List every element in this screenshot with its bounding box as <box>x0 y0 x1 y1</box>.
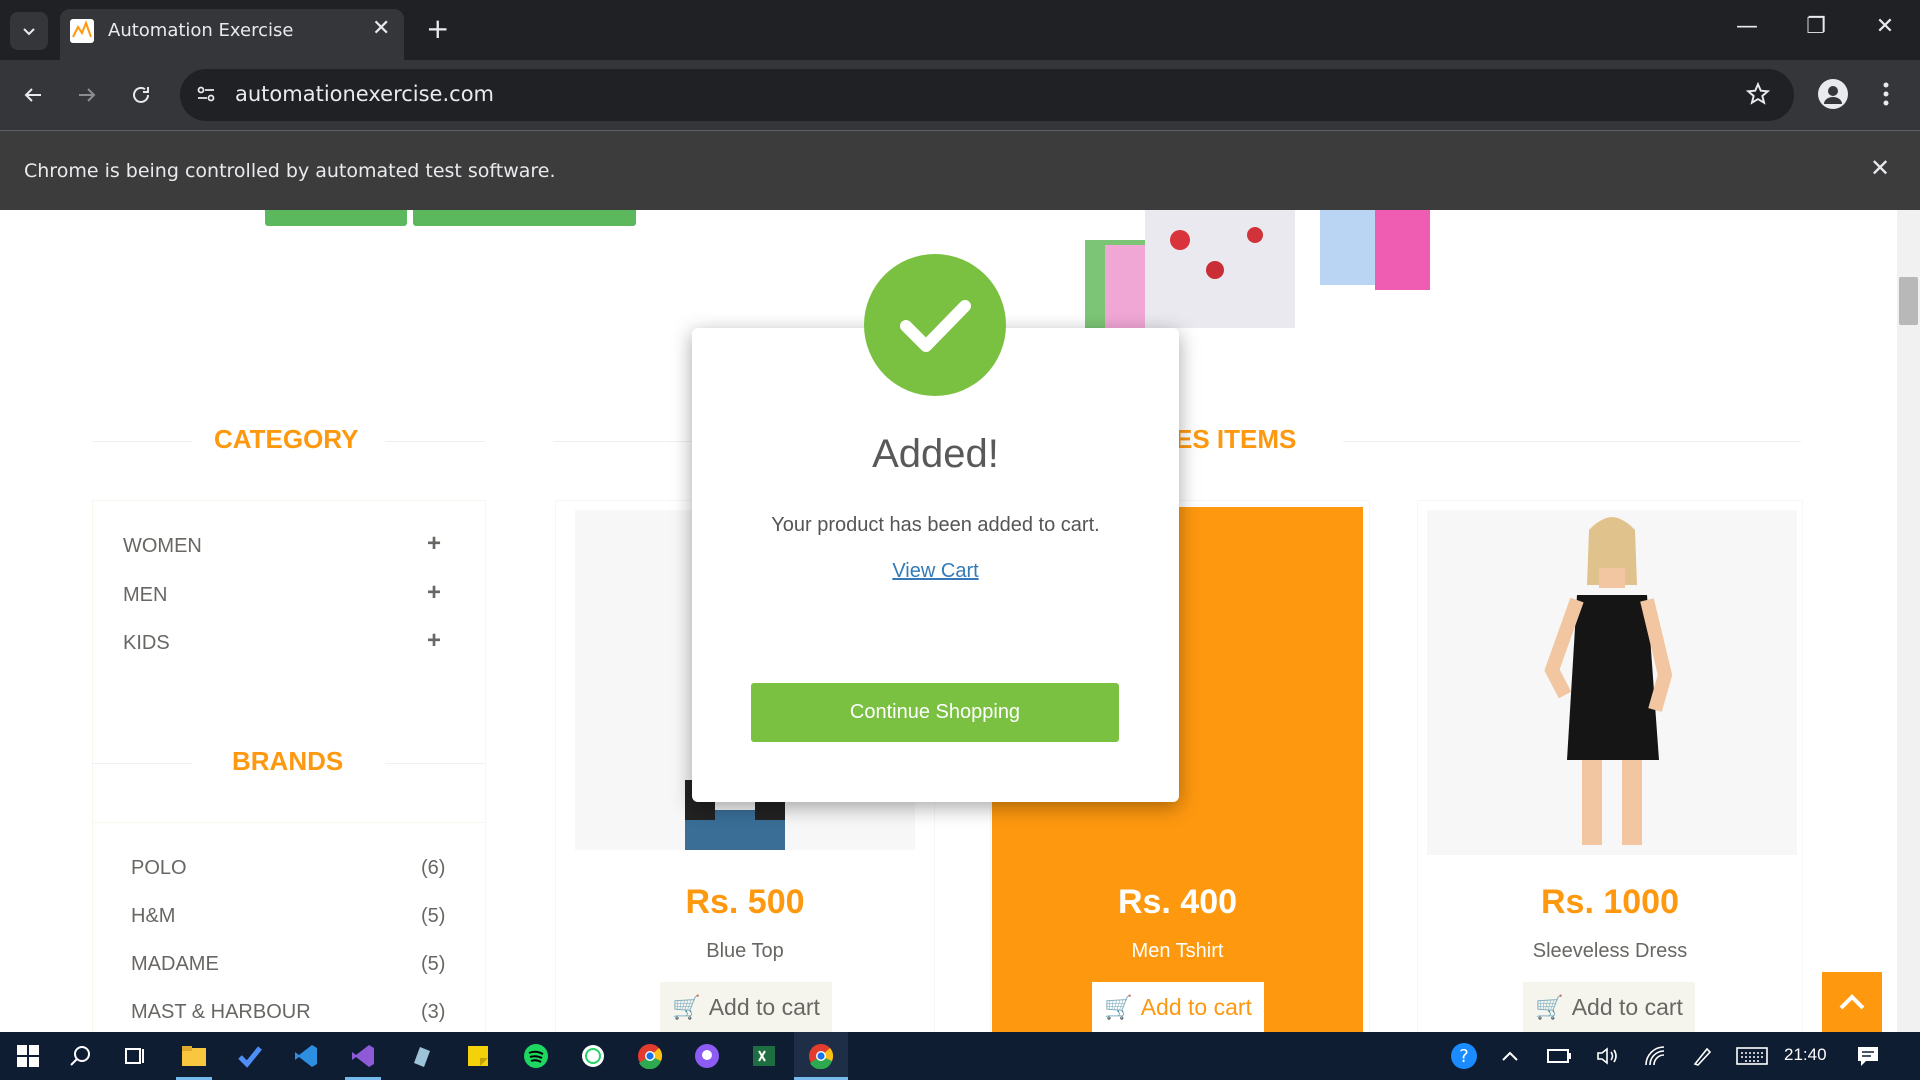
reload-button[interactable] <box>124 78 158 112</box>
taskbar-clock[interactable]: 21:40 <box>1784 1045 1827 1065</box>
forward-button[interactable] <box>70 78 104 112</box>
divider <box>1343 441 1801 442</box>
plus-icon[interactable]: + <box>427 530 441 558</box>
infobar-message: Chrome is being controlled by automated … <box>24 160 556 182</box>
continue-shopping-button[interactable]: Continue Shopping <box>751 683 1119 742</box>
tab-title: Automation Exercise <box>108 20 294 41</box>
tab-close-icon[interactable]: ✕ <box>372 16 390 41</box>
wifi-icon[interactable] <box>1640 1040 1672 1072</box>
modal-message: Your product has been added to cart. <box>771 514 1100 536</box>
plus-icon[interactable]: + <box>427 627 441 655</box>
product-name: Sleeveless Dress <box>1532 940 1688 962</box>
divider <box>92 441 192 442</box>
category-women[interactable]: WOMEN <box>123 535 202 558</box>
brand-count: (5) <box>421 905 446 927</box>
url-text[interactable]: automationexercise.com <box>235 82 494 106</box>
divider <box>385 441 485 442</box>
tab-search-button[interactable] <box>10 12 48 50</box>
product-name: Men Tshirt <box>1131 940 1224 962</box>
file-explorer-icon[interactable] <box>178 1040 210 1072</box>
plus-icon[interactable]: + <box>427 579 441 607</box>
windows-start-icon[interactable] <box>12 1040 44 1072</box>
spotify-icon[interactable] <box>520 1040 552 1072</box>
brand-count: (5) <box>421 953 446 975</box>
product-image <box>1427 510 1797 855</box>
chrome-icon[interactable] <box>634 1040 666 1072</box>
view-cart-link[interactable]: View Cart <box>692 560 1179 583</box>
product-price: Rs. 400 <box>1117 883 1238 921</box>
arrow-right-icon <box>79 88 96 102</box>
site-info-icon[interactable] <box>194 82 218 106</box>
sticky-notes-icon[interactable] <box>462 1040 494 1072</box>
divider <box>385 763 485 764</box>
divider <box>92 763 192 764</box>
favicon-icon <box>70 19 94 43</box>
back-button[interactable] <box>16 78 50 112</box>
category-title: CATEGORY <box>214 424 359 454</box>
chrome-active-icon[interactable] <box>805 1040 837 1072</box>
add-to-cart-button[interactable]: 🛒 Add to cart <box>1092 982 1264 1032</box>
new-tab-button[interactable]: + <box>426 12 449 45</box>
add-to-cart-button[interactable]: 🛒 Add to cart <box>1523 982 1695 1032</box>
brands-title: BRANDS <box>232 746 344 776</box>
task-view-icon[interactable] <box>120 1040 152 1072</box>
checkmark-icon <box>864 254 1006 396</box>
excel-icon[interactable] <box>748 1040 780 1072</box>
product-price: Rs. 500 <box>685 883 805 921</box>
notification-icon[interactable] <box>1852 1040 1884 1072</box>
brand-polo[interactable]: POLO <box>131 857 187 880</box>
minimize-button[interactable]: — <box>1727 14 1767 39</box>
modal-title: Added! <box>872 432 999 476</box>
chevron-down-icon <box>23 28 35 36</box>
keyboard-icon[interactable] <box>1736 1040 1768 1072</box>
brand-count: (3) <box>421 1001 446 1023</box>
help-icon[interactable]: ? <box>1448 1040 1480 1072</box>
divider <box>553 441 693 442</box>
add-to-cart-button[interactable]: 🛒 Add to cart <box>660 982 832 1032</box>
arrow-left-icon <box>24 88 41 102</box>
reload-icon <box>133 86 149 103</box>
github-icon[interactable] <box>691 1040 723 1072</box>
features-items-title: ES ITEMS <box>1175 424 1297 454</box>
page-scrollbar[interactable] <box>1897 210 1920 1032</box>
category-kids[interactable]: KIDS <box>123 632 170 655</box>
infobar-close-icon[interactable]: ✕ <box>1870 154 1890 182</box>
windows-taskbar <box>0 1032 1920 1080</box>
cart-icon: 🛒 <box>672 993 701 1020</box>
visual-studio-icon[interactable] <box>347 1040 379 1072</box>
profile-avatar-icon[interactable] <box>1818 79 1848 109</box>
brand-mast-harbour[interactable]: MAST & HARBOUR <box>131 1001 311 1024</box>
cart-icon: 🛒 <box>1104 993 1133 1020</box>
restore-button[interactable]: ❐ <box>1796 14 1836 39</box>
search-icon[interactable] <box>64 1040 96 1072</box>
hero-shopping-image <box>1085 210 1445 328</box>
brand-madame[interactable]: MADAME <box>131 953 219 976</box>
battery-icon[interactable] <box>1543 1040 1575 1072</box>
chevron-up-icon <box>1839 994 1865 1010</box>
menu-kebab-icon[interactable] <box>1880 80 1892 113</box>
todo-icon[interactable] <box>234 1040 266 1072</box>
hero-button-partial[interactable] <box>413 210 636 226</box>
svg-text:?: ? <box>1459 1046 1469 1067</box>
hero-button-partial[interactable] <box>265 210 407 226</box>
web-page: CATEGORY WOMEN + MEN + KIDS + BRANDS POL… <box>0 210 1897 1032</box>
product-price: Rs. 1000 <box>1541 883 1679 921</box>
scroll-to-top-button[interactable] <box>1822 972 1882 1032</box>
brand-count: (6) <box>421 857 446 879</box>
cart-icon: 🛒 <box>1535 993 1564 1020</box>
volume-icon[interactable] <box>1592 1040 1624 1072</box>
product-name: Blue Top <box>706 940 784 962</box>
bookmark-star-icon[interactable] <box>1745 81 1771 112</box>
whatsapp-icon[interactable] <box>577 1040 609 1072</box>
chevron-up-icon[interactable] <box>1494 1040 1526 1072</box>
close-window-button[interactable]: ✕ <box>1865 14 1905 39</box>
scrollbar-thumb[interactable] <box>1899 277 1918 325</box>
app-icon[interactable] <box>405 1040 437 1072</box>
brand-hm[interactable]: H&M <box>131 905 175 928</box>
category-men[interactable]: MEN <box>123 584 167 607</box>
pen-icon[interactable] <box>1687 1040 1719 1072</box>
vscode-icon[interactable] <box>290 1040 322 1072</box>
